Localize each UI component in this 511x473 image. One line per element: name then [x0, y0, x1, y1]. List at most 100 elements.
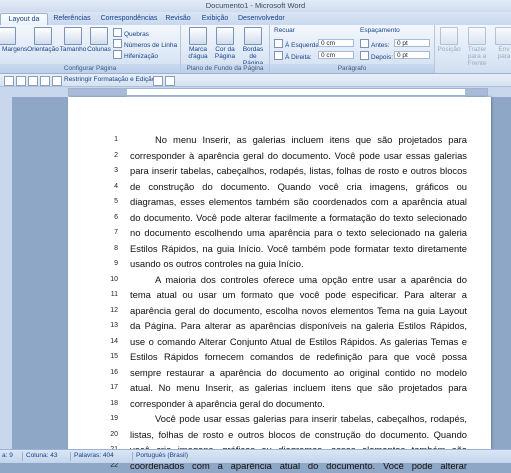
enviar-tras-button[interactable]: Env para: [495, 27, 511, 60]
line-text[interactable]: use o comando Alterar Conjunto Atual de …: [130, 334, 467, 350]
document-line[interactable]: 3para inserir tabelas, cabeçalhos, rodap…: [68, 163, 491, 179]
document-line[interactable]: 13 da Página. Para alterar as aparências …: [68, 318, 491, 334]
restringir-button[interactable]: Restringir Formatação e Edição: [64, 76, 155, 83]
document-line[interactable]: 10A maioria dos controles oferece uma op…: [68, 272, 491, 288]
line-text[interactable]: Estilos Rápidos, na guia Início. Você ta…: [130, 241, 467, 257]
line-text[interactable]: aparência geral do documento, escolha no…: [130, 303, 467, 319]
orientacao-label: Orientação: [27, 46, 59, 53]
numeros-linha-button[interactable]: Números de Linha: [113, 39, 177, 49]
line-text[interactable]: de construção do documento. Quando você …: [130, 179, 467, 195]
recuo-esquerda-input[interactable]: 0 cm: [318, 39, 354, 47]
tab-correspondencias[interactable]: Correspondências: [100, 13, 158, 25]
colunas-button[interactable]: Colunas: [87, 27, 111, 53]
line-number: 8: [100, 241, 118, 257]
line-text[interactable]: usando os outros controles na guia Iníci…: [130, 256, 467, 272]
line-text[interactable]: corresponder à aparência geral do docume…: [130, 148, 467, 164]
status-coluna[interactable]: Coluna: 43: [26, 452, 57, 459]
tab-exibicao[interactable]: Exibição: [199, 13, 231, 25]
group-configurar-pagina: Margens Orientação Tamanho Colunas Quebr…: [0, 25, 181, 73]
document-line[interactable]: 16sempre restaurar a aparência do docume…: [68, 365, 491, 381]
depois-text: Depois:: [371, 54, 393, 61]
status-idioma[interactable]: Português (Brasil): [136, 452, 188, 459]
document-line[interactable]: 8 Estilos Rápidos, na guia Início. Você t…: [68, 241, 491, 257]
line-text[interactable]: Estilos Rápidos fornecem comandos de red…: [130, 349, 467, 365]
orientacao-button[interactable]: Orientação: [26, 27, 60, 53]
marca-dagua-button[interactable]: Marca d'água: [185, 27, 211, 60]
margens-button[interactable]: Margens: [2, 46, 26, 53]
document-line[interactable]: 6do documento. Você pode alterar facilme…: [68, 210, 491, 226]
line-number: 20: [100, 427, 118, 443]
document-line[interactable]: 19 Você pode usar essas galerias para ins…: [68, 411, 491, 427]
line-text[interactable]: atual. No menu Inserir, as galerias incl…: [130, 380, 467, 396]
tab-revisao[interactable]: Revisão: [164, 13, 192, 25]
lock-icon[interactable]: [52, 76, 62, 86]
line-text[interactable]: A maioria dos controles oferece uma opçã…: [155, 272, 467, 288]
toolbar-icon-2[interactable]: [16, 76, 26, 86]
document-line[interactable]: 11tema atual ou usar um formato que você…: [68, 287, 491, 303]
line-number: 14: [100, 334, 118, 350]
toolbar-icon-3[interactable]: [28, 76, 38, 86]
toolbar-icon-6[interactable]: [165, 76, 175, 86]
recuo-direita-label: À Direita:: [274, 51, 312, 61]
cor-pagina-button[interactable]: Cor da Página: [213, 27, 237, 60]
hifenizacao-button[interactable]: Hifenização: [113, 50, 158, 60]
hyphenation-icon: [113, 50, 122, 59]
document-line[interactable]: 9usando os outros controles na guia Iníc…: [68, 256, 491, 272]
line-number: 19: [100, 411, 118, 427]
horizontal-ruler[interactable]: [0, 87, 511, 97]
posicao-button[interactable]: Posição: [437, 27, 461, 53]
line-text[interactable]: diagramas, esses elementos também são co…: [130, 194, 467, 210]
tab-desenvolvedor[interactable]: Desenvolvedor: [238, 13, 284, 25]
line-text[interactable]: do documento. Você pode alterar facilmen…: [130, 210, 467, 226]
document-line[interactable]: 20 listas, folhas de rosto e outros bloco…: [68, 427, 491, 443]
temas-partial-button[interactable]: [0, 27, 16, 46]
status-linha[interactable]: a: 9: [2, 452, 13, 459]
document-line[interactable]: 14 use o comando Alterar Conjunto Atual d…: [68, 334, 491, 350]
line-text[interactable]: para inserir tabelas, cabeçalhos, rodapé…: [130, 163, 467, 179]
document-page[interactable]: 1 No menu Inserir, as galerias incluem it…: [68, 97, 491, 449]
line-number: 13: [100, 318, 118, 334]
line-text[interactable]: listas, folhas de rosto e outros blocos …: [130, 427, 467, 443]
marca-dagua-label: Marca d'água: [188, 46, 207, 60]
size-icon: [64, 27, 82, 45]
line-number: 5: [100, 194, 118, 210]
line-text[interactable]: da Página. Para alterar as aparências di…: [130, 318, 467, 334]
document-line[interactable]: 4de construção do documento. Quando você…: [68, 179, 491, 195]
toolbar-icon-5[interactable]: [153, 76, 163, 86]
recuo-direita-input[interactable]: 0 cm: [318, 51, 354, 59]
document-line[interactable]: 1 No menu Inserir, as galerias incluem it…: [68, 132, 491, 148]
document-line[interactable]: 12aparência geral do documento, escolha …: [68, 303, 491, 319]
group-label-configurar: Configurar Página: [0, 64, 180, 73]
line-text[interactable]: No menu Inserir, as galerias incluem ite…: [155, 132, 467, 148]
line-text[interactable]: sempre restaurar a aparência do document…: [130, 365, 467, 381]
status-palavras[interactable]: Palavras: 404: [74, 452, 114, 459]
ruler-right-margin: [465, 89, 487, 97]
espacamento-antes-input[interactable]: 0 pt: [394, 39, 430, 47]
espacamento-depois-label: Depois:: [360, 51, 393, 61]
bordas-pagina-button[interactable]: Bordas de Página: [239, 27, 267, 67]
document-line[interactable]: 15Estilos Rápidos fornecem comandos de r…: [68, 349, 491, 365]
space-before-icon: [360, 39, 369, 48]
espacamento-depois-input[interactable]: 0 pt: [394, 51, 430, 59]
toolbar-icon-1[interactable]: [4, 76, 14, 86]
quebras-button[interactable]: Quebras: [113, 28, 149, 38]
line-text[interactable]: tema atual ou usar um formato que você p…: [130, 287, 467, 303]
line-text[interactable]: Você pode usar essas galerias para inser…: [155, 411, 467, 427]
document-line[interactable]: 7no documento escolhendo uma aparência p…: [68, 225, 491, 241]
line-text[interactable]: no documento escolhendo uma aparência pa…: [130, 225, 467, 241]
line-text[interactable]: corresponder à aparência geral do docume…: [130, 396, 467, 412]
toolbar-icon-4[interactable]: [40, 76, 50, 86]
document-line[interactable]: 5 diagramas, esses elementos também são c…: [68, 194, 491, 210]
trazer-frente-button[interactable]: Trazer para a Frente: [462, 27, 492, 67]
line-number: 2: [100, 148, 118, 164]
columns-icon: [90, 27, 108, 45]
document-line[interactable]: 18corresponder à aparência geral do docu…: [68, 396, 491, 412]
ruler-left-margin: [69, 89, 127, 97]
document-line[interactable]: 2 corresponder à aparência geral do docum…: [68, 148, 491, 164]
tamanho-button[interactable]: Tamanho: [59, 27, 87, 53]
espacamento-antes-label: Antes:: [360, 39, 389, 49]
line-number: 1: [100, 132, 118, 148]
tab-referencias[interactable]: Referências: [52, 13, 92, 25]
document-line[interactable]: 17atual. No menu Inserir, as galerias in…: [68, 380, 491, 396]
indent-left-icon: [274, 39, 283, 48]
